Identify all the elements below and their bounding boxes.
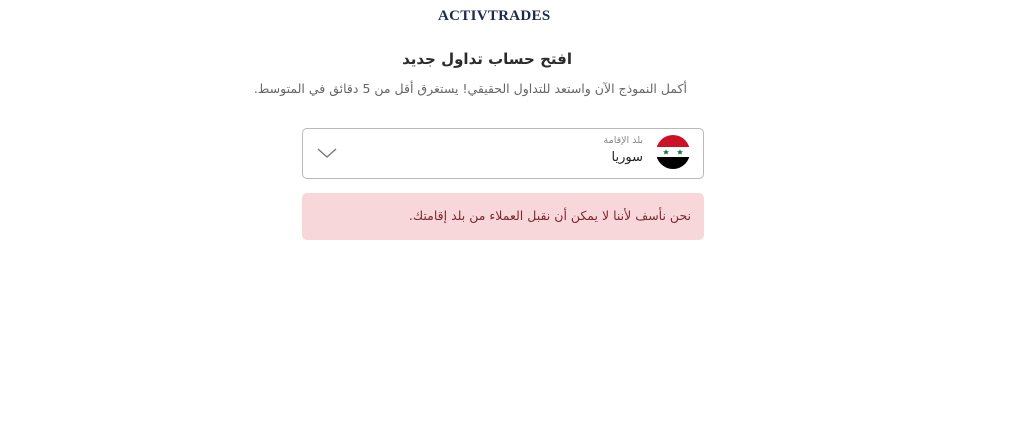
- activtrades-logo[interactable]: ACTIVTRADES: [438, 3, 568, 25]
- error-alert-message: نحن نأسف لأننا لا يمكن أن نقبل العملاء م…: [408, 208, 691, 223]
- syria-flag-icon: [656, 135, 690, 169]
- error-alert: نحن نأسف لأننا لا يمكن أن نقبل العملاء م…: [302, 193, 704, 240]
- country-of-residence-select[interactable]: بلد الإقامة سوريا: [302, 128, 704, 179]
- logo-text: ACTIVTRADES: [438, 8, 551, 24]
- page-title: افتح حساب تداول جديد: [402, 50, 572, 68]
- page-subtitle: أكمل النموذج الآن واستعد للتداول الحقيقي…: [253, 81, 687, 96]
- chevron-down-icon[interactable]: [317, 145, 337, 159]
- country-field-value: سوريا: [611, 150, 643, 165]
- country-field-label: بلد الإقامة: [603, 135, 643, 146]
- page: ACTIVTRADES افتح حساب تداول جديد أكمل ال…: [0, 0, 1025, 447]
